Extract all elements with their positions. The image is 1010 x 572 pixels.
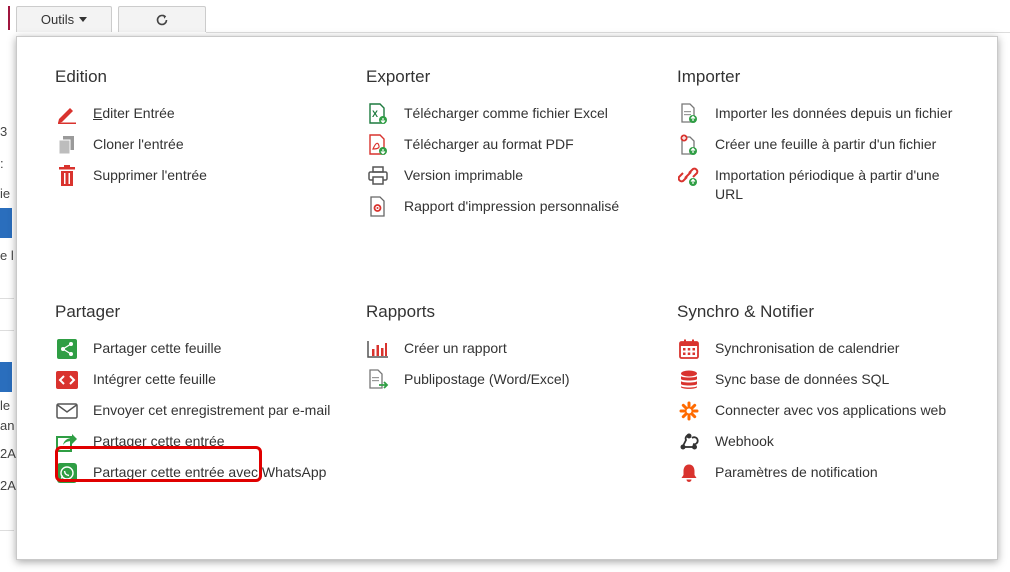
highlight-annotation	[55, 446, 262, 482]
background-divider	[0, 298, 14, 299]
background-text: ie	[0, 186, 11, 201]
pencil-icon	[55, 104, 79, 124]
refresh-button[interactable]	[118, 6, 206, 32]
menu-item-label: Importation périodique à partir d'une UR…	[715, 167, 940, 202]
caret-down-icon	[79, 17, 88, 22]
background-text: an	[0, 418, 15, 433]
menu-item-edit-entry[interactable]: Editer Entrée	[55, 104, 335, 124]
bell-icon	[677, 463, 701, 483]
section-title: Synchro & Notifier	[677, 302, 814, 321]
excel-file-icon: X	[366, 103, 390, 124]
section-importer: Importer Importer les données depuis un …	[677, 67, 957, 215]
background-text: :	[0, 156, 4, 171]
menu-item-label: Paramètres de notification	[715, 464, 878, 480]
menu-item-calendar-sync[interactable]: Synchronisation de calendrier	[677, 339, 957, 359]
section-edition: Edition Editer Entrée Cloner l'entrée Su…	[55, 67, 335, 197]
menu-item-label: Rapport d'impression personnalisé	[404, 198, 620, 214]
create-sheet-icon	[677, 134, 701, 155]
webhook-icon	[677, 432, 701, 452]
menu-item-label: Créer un rapport	[404, 340, 507, 356]
calendar-icon	[677, 339, 701, 359]
menu-item-printable-version[interactable]: Version imprimable	[366, 166, 646, 186]
database-icon	[677, 370, 701, 390]
background-text: 2A	[0, 446, 16, 461]
section-title: Rapports	[366, 302, 435, 321]
zapier-icon	[677, 401, 701, 421]
menu-item-custom-print-report[interactable]: Rapport d'impression personnalisé	[366, 196, 646, 217]
menu-item-label: Cloner l'entrée	[93, 136, 184, 152]
menu-item-download-pdf[interactable]: Télécharger au format PDF	[366, 134, 646, 155]
menu-item-label: Version imprimable	[404, 167, 524, 183]
menu-item-label: Télécharger au format PDF	[404, 136, 574, 152]
background-text: le	[0, 398, 11, 413]
embed-icon	[55, 370, 79, 390]
menu-item-label: Télécharger comme fichier Excel	[404, 105, 608, 121]
refresh-icon	[156, 14, 168, 25]
menu-item-label: Webhook	[715, 433, 774, 449]
section-synchro-notifier: Synchro & Notifier Synchronisation de ca…	[677, 302, 957, 494]
menu-item-label: Connecter avec vos applications web	[715, 402, 947, 418]
envelope-icon	[55, 401, 79, 421]
printer-icon	[366, 166, 390, 186]
section-title: Exporter	[366, 67, 431, 86]
background-accent	[8, 6, 10, 30]
menu-item-embed-sheet[interactable]: Intégrer cette feuille	[55, 370, 335, 390]
menu-item-label: Intégrer cette feuille	[93, 371, 216, 387]
section-title: Partager	[55, 302, 121, 321]
menu-item-webhook[interactable]: Webhook	[677, 432, 957, 452]
section-exporter: Exporter X Télécharger comme fichier Exc…	[366, 67, 646, 228]
menu-item-label: Editer Entrée	[93, 105, 175, 121]
link-import-icon	[677, 166, 701, 186]
tools-dropdown-button[interactable]: Outils	[16, 6, 112, 32]
mail-merge-icon	[366, 369, 390, 390]
section-title: Edition	[55, 67, 107, 86]
menu-item-mail-merge[interactable]: Publipostage (Word/Excel)	[366, 369, 646, 390]
background-text: 2A	[0, 478, 16, 493]
pdf-file-icon	[366, 134, 390, 155]
menu-item-label: Envoyer cet enregistrement par e-mail	[93, 402, 331, 418]
menu-item-label: Synchronisation de calendrier	[715, 340, 900, 356]
background-text: e l	[0, 248, 14, 263]
menu-item-sql-sync[interactable]: Sync base de données SQL	[677, 370, 957, 390]
tools-label: Outils	[40, 12, 75, 27]
menu-item-label: Importer les données depuis un fichier	[715, 105, 953, 121]
menu-item-create-sheet-from-file[interactable]: Créer une feuille à partir d'un fichier	[677, 134, 957, 155]
menu-item-download-excel[interactable]: X Télécharger comme fichier Excel	[366, 103, 646, 124]
tools-dropdown-menu: Edition Editer Entrée Cloner l'entrée Su…	[16, 36, 998, 560]
copy-icon	[55, 135, 79, 155]
toolbar-divider	[206, 32, 1010, 33]
share-icon	[55, 339, 79, 359]
import-file-icon	[677, 103, 701, 124]
menu-item-connect-web-apps[interactable]: Connecter avec vos applications web	[677, 401, 957, 421]
background-row-highlight	[0, 208, 12, 238]
menu-item-delete-entry[interactable]: Supprimer l'entrée	[55, 165, 335, 186]
svg-text:X: X	[372, 109, 378, 119]
menu-item-label: Supprimer l'entrée	[93, 167, 207, 183]
menu-item-create-report[interactable]: Créer un rapport	[366, 339, 646, 359]
menu-item-import-data-file[interactable]: Importer les données depuis un fichier	[677, 103, 957, 124]
custom-print-icon	[366, 196, 390, 217]
background-divider	[0, 330, 14, 331]
menu-item-email-record[interactable]: Envoyer cet enregistrement par e-mail	[55, 401, 335, 421]
background-text: 3	[0, 124, 8, 139]
menu-item-notification-settings[interactable]: Paramètres de notification	[677, 463, 957, 483]
background-row-highlight	[0, 362, 12, 392]
trash-icon	[55, 165, 79, 186]
section-rapports: Rapports Créer un rapport Publipostage (…	[366, 302, 646, 401]
menu-item-label: Partager cette feuille	[93, 340, 222, 356]
bar-chart-icon	[366, 339, 390, 359]
menu-item-clone-entry[interactable]: Cloner l'entrée	[55, 135, 335, 155]
menu-item-periodic-url-import[interactable]: Importation périodique à partir d'une UR…	[677, 166, 957, 204]
menu-item-share-sheet[interactable]: Partager cette feuille	[55, 339, 335, 359]
section-title: Importer	[677, 67, 741, 86]
menu-item-label: Créer une feuille à partir d'un fichier	[715, 136, 937, 152]
background-divider	[0, 530, 14, 531]
menu-item-label: Publipostage (Word/Excel)	[404, 371, 570, 387]
menu-item-label: Sync base de données SQL	[715, 371, 890, 387]
